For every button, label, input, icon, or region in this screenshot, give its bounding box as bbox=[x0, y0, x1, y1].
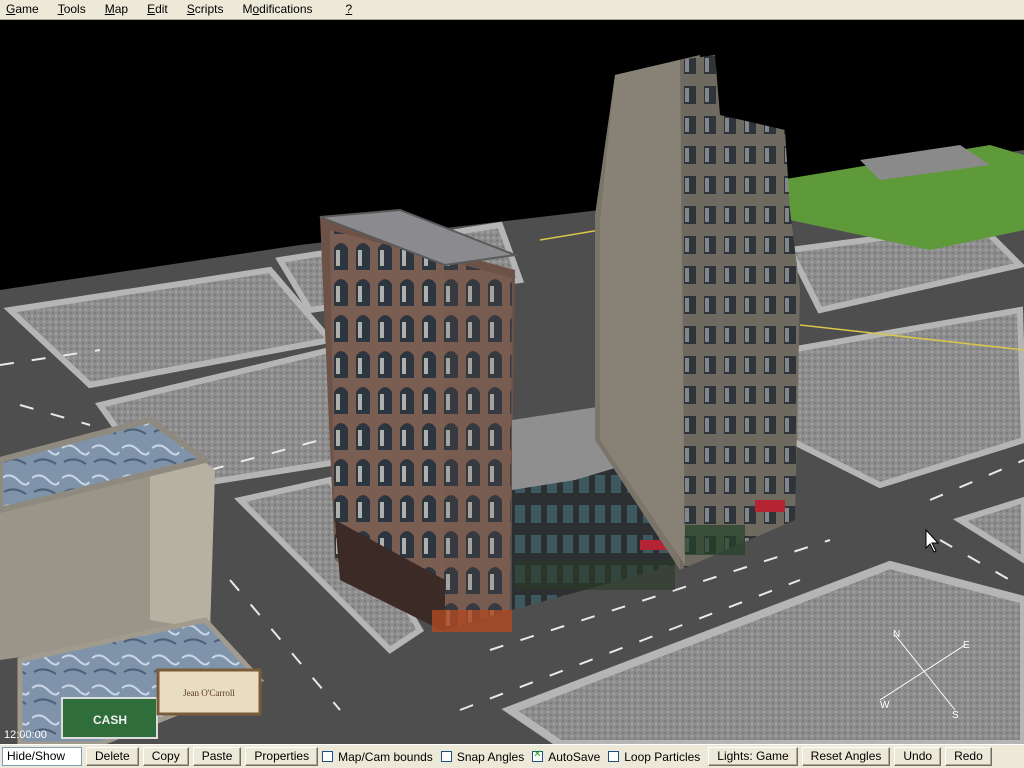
menu-bar: Game Tools Map Edit Scripts Modification… bbox=[0, 0, 1024, 20]
compass-w: W bbox=[880, 700, 890, 711]
reset-angles-button[interactable]: Reset Angles bbox=[801, 747, 891, 766]
menu-tools[interactable]: Tools bbox=[52, 0, 92, 19]
menu-map[interactable]: Map bbox=[99, 0, 134, 19]
lights-button[interactable]: Lights: Game bbox=[708, 747, 798, 766]
store-sign-carroll: Jean O'Carroll bbox=[183, 688, 235, 698]
menu-scripts[interactable]: Scripts bbox=[181, 0, 230, 19]
game-clock: 12:00:00 bbox=[4, 729, 47, 741]
menu-edit[interactable]: Edit bbox=[141, 0, 174, 19]
menu-help[interactable]: ? bbox=[340, 0, 359, 19]
snap-angles-checkbox[interactable]: Snap Angles bbox=[440, 750, 524, 764]
paste-button[interactable]: Paste bbox=[192, 747, 242, 766]
delete-button[interactable]: Delete bbox=[86, 747, 139, 766]
city-scene: CASH Jean O'Carroll N E S W bbox=[0, 55, 1024, 744]
menu-modifications[interactable]: Modifications bbox=[236, 0, 318, 19]
redo-button[interactable]: Redo bbox=[945, 747, 992, 766]
undo-button[interactable]: Undo bbox=[894, 747, 942, 766]
loop-particles-box[interactable] bbox=[608, 751, 620, 762]
autosave-box[interactable] bbox=[532, 749, 544, 762]
copy-button[interactable]: Copy bbox=[142, 747, 189, 766]
map-cam-bounds-box[interactable] bbox=[322, 751, 334, 762]
properties-button[interactable]: Properties bbox=[245, 747, 319, 766]
snap-angles-box[interactable] bbox=[440, 751, 452, 762]
autosave-checkbox[interactable]: AutoSave bbox=[532, 749, 600, 764]
compass-s: S bbox=[952, 710, 959, 721]
editor-toolbar: Hide/Show Delete Copy Paste Properties M… bbox=[0, 744, 1024, 768]
loop-particles-checkbox[interactable]: Loop Particles bbox=[608, 750, 700, 764]
store-sign-cash: CASH bbox=[93, 713, 127, 727]
map-cam-bounds-checkbox[interactable]: Map/Cam bounds bbox=[322, 750, 433, 764]
scene-viewport[interactable]: CASH Jean O'Carroll N E S W bbox=[0, 20, 1024, 744]
compass-n: N bbox=[893, 629, 900, 640]
menu-game[interactable]: Game bbox=[0, 0, 45, 19]
compass-e: E bbox=[963, 640, 970, 651]
hide-show-button[interactable]: Hide/Show bbox=[2, 747, 82, 766]
